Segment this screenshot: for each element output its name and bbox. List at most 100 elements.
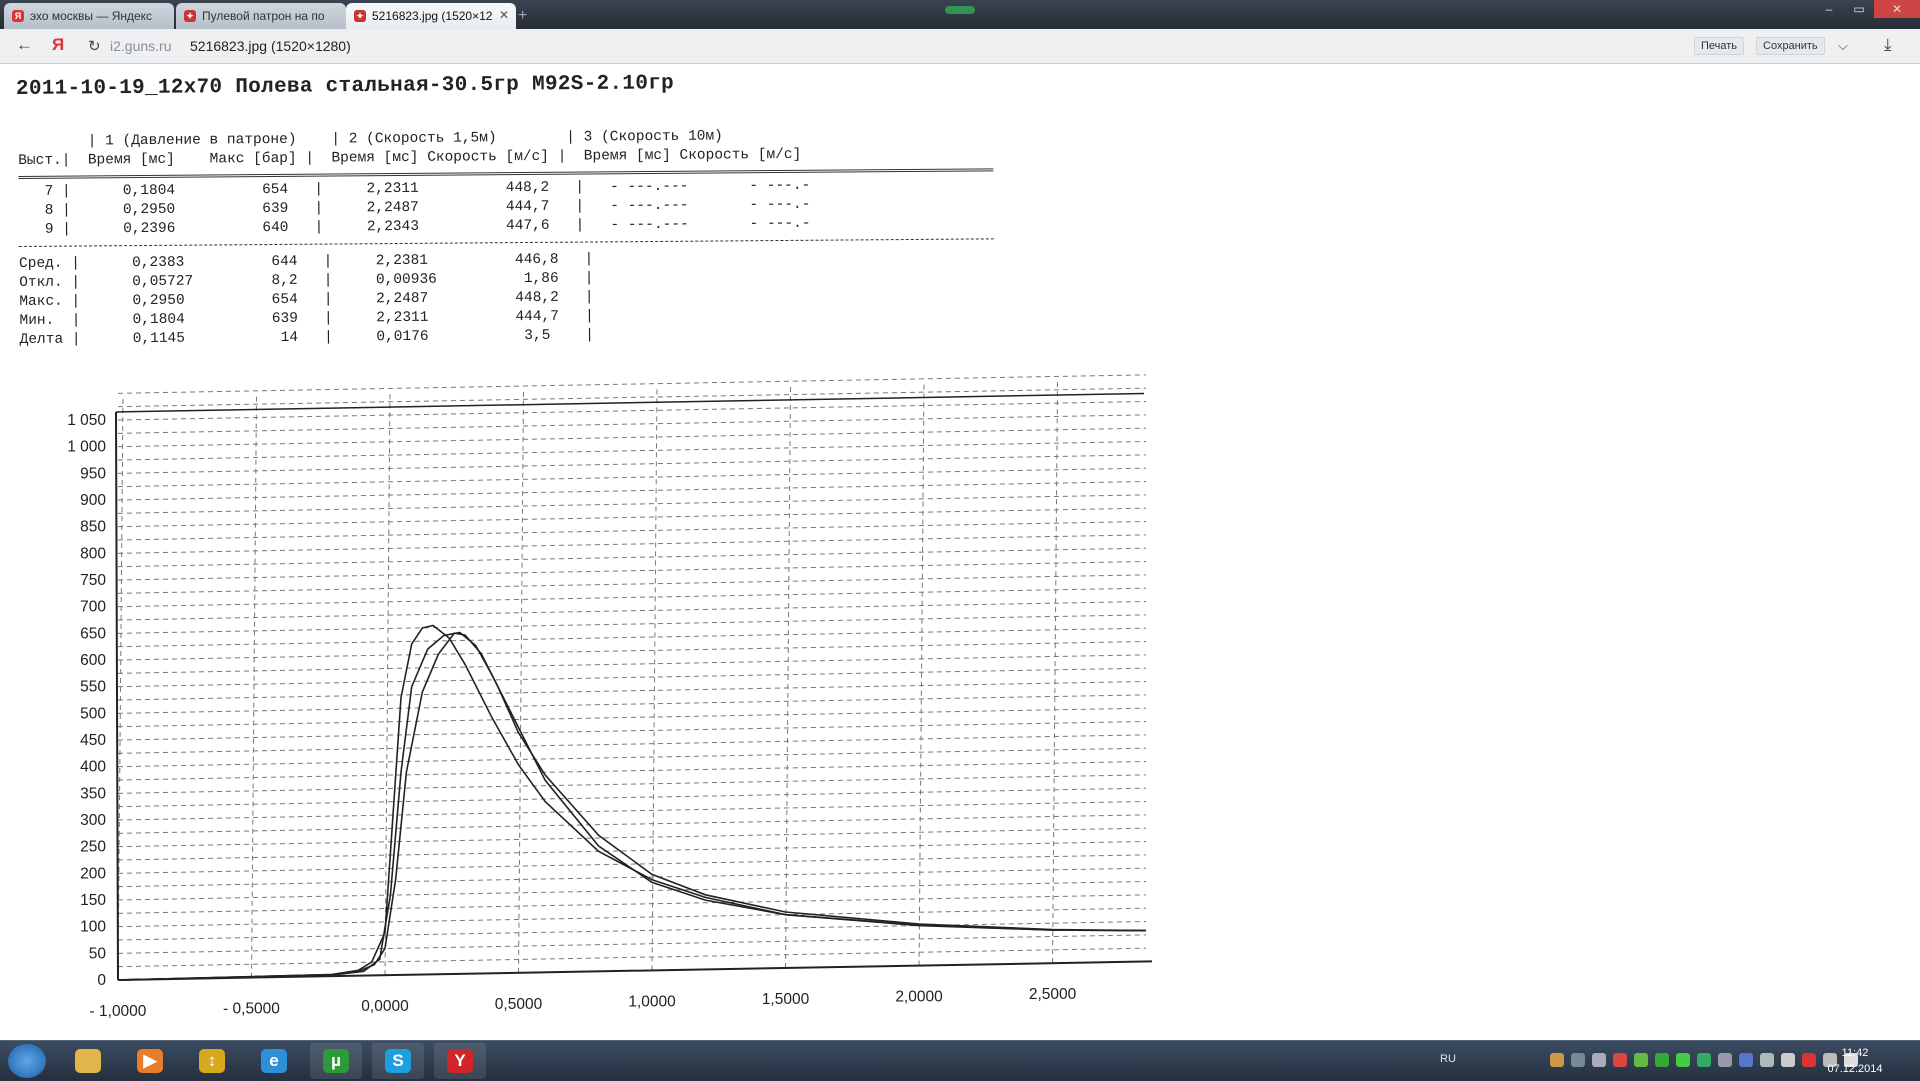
tray-icon[interactable] — [1655, 1053, 1669, 1067]
taskbar-button-2[interactable]: ▶ — [124, 1043, 176, 1079]
gridline-v — [785, 382, 792, 968]
print-button[interactable]: Печать — [1694, 37, 1745, 55]
download-icon[interactable]: ⤓ — [1884, 35, 1892, 55]
language-indicator[interactable]: RU — [1440, 1053, 1456, 1065]
tray-icon[interactable] — [1550, 1053, 1564, 1067]
x-tick-label: 1,5000 — [762, 991, 810, 1008]
x-tick-label: 1,0000 — [628, 993, 676, 1010]
y-tick-label: 750 — [80, 572, 106, 589]
gridline-v — [1052, 378, 1059, 964]
x-tick-label: 2,5000 — [1029, 986, 1077, 1003]
taskbar-button-7[interactable]: Y — [434, 1043, 486, 1079]
chevron-down-icon[interactable]: ⌵ — [1838, 38, 1848, 54]
minimize-button[interactable]: – — [1814, 0, 1844, 18]
gridline-v — [918, 380, 925, 966]
tray-icon[interactable] — [1676, 1053, 1690, 1067]
x-tick-labels: - 1,0000 - 0,5000 0,0000 0,5000 1,0000 1,5000… — [90, 986, 1077, 1020]
explorer-icon — [75, 1049, 101, 1073]
y-tick-label: 450 — [80, 732, 106, 749]
system-tray — [1550, 1053, 1858, 1067]
x-tick-label: - 1,0000 — [90, 1003, 147, 1020]
clock-date: 07.12.2014 — [1827, 1063, 1883, 1075]
tray-icon[interactable] — [1592, 1053, 1606, 1067]
save-button[interactable]: Сохранить — [1756, 37, 1825, 55]
tray-icon[interactable] — [1613, 1053, 1627, 1067]
y-tick-label: 350 — [80, 785, 106, 802]
chart-series — [117, 624, 1147, 981]
gridline-v — [518, 387, 525, 973]
address-bar: ← Я ↻ i2.guns.ru 5216823.jpg (1520×1280)… — [0, 29, 1920, 64]
tab-3-active[interactable]: ✦ 5216823.jpg (1520×12 ✕ — [346, 3, 516, 29]
reload-icon[interactable]: ↻ — [88, 37, 101, 55]
utorrent-icon: µ — [323, 1049, 349, 1073]
taskbar: ▶ ↕ e µ S Y RU 11:42 07.12.2014 — [0, 1040, 1920, 1081]
x-tick-label: 0,5000 — [495, 996, 543, 1013]
y-tick-label: 950 — [80, 465, 106, 482]
guns-site-icon: ✦ — [184, 10, 196, 22]
y-tick-labels: 0 50 100 150 200 250 300 350 400 450 500 550 600 650 7… — [67, 412, 106, 989]
yandex-browser-icon: Y — [447, 1049, 473, 1073]
tray-icon[interactable] — [1571, 1053, 1585, 1067]
tray-icon[interactable] — [1781, 1053, 1795, 1067]
pressure-chart: 0 50 100 150 200 250 300 350 400 450 500 550 600 650 7… — [67, 374, 1153, 1020]
tray-icon[interactable] — [1802, 1053, 1816, 1067]
y-tick-label: 1 000 — [67, 439, 106, 456]
tray-icon[interactable] — [1718, 1053, 1732, 1067]
close-window-button[interactable]: ✕ — [1874, 0, 1920, 18]
window-indicator — [945, 6, 975, 14]
y-tick-label: 150 — [80, 892, 106, 909]
back-arrow-icon[interactable]: ← — [16, 35, 33, 55]
tray-icon[interactable] — [1697, 1053, 1711, 1067]
bluetooth-icon[interactable] — [1739, 1053, 1753, 1067]
tray-icon[interactable] — [1760, 1053, 1774, 1067]
y-tick-label: 600 — [80, 652, 106, 669]
gridline-v — [117, 394, 124, 981]
yandex-icon: Я — [12, 10, 24, 22]
new-tab-icon[interactable]: + — [518, 7, 527, 25]
y-tick-label: 0 — [97, 972, 106, 989]
taskbar-button-3[interactable]: ↕ — [186, 1043, 238, 1079]
tab-2[interactable]: ✦ Пулевой патрон на по — [176, 3, 346, 29]
taskbar-button-4[interactable]: e — [248, 1043, 300, 1079]
chart-grid — [117, 374, 1147, 981]
window-controls: – ▭ ✕ — [1814, 0, 1920, 20]
gridline-v — [251, 392, 258, 978]
y-tick-label: 250 — [80, 839, 106, 856]
plot-top-border — [115, 392, 1145, 413]
guns-site-icon: ✦ — [354, 10, 366, 22]
skype-icon: S — [385, 1049, 411, 1073]
y-tick-label: 700 — [80, 599, 106, 616]
tab-close-icon[interactable]: ✕ — [499, 8, 509, 22]
y-tick-label: 800 — [80, 545, 106, 562]
y-tick-label: 1 050 — [67, 412, 106, 429]
clock[interactable]: 11:42 07.12.2014 — [1820, 1045, 1890, 1077]
taskbar-button-6[interactable]: S — [372, 1043, 424, 1079]
tab-1[interactable]: Я эхо москвы — Яндекс — [4, 3, 174, 29]
taskbar-button-1[interactable] — [62, 1043, 114, 1079]
y-tick-label: 50 — [89, 945, 107, 962]
start-button[interactable] — [8, 1044, 46, 1078]
tab-label: 5216823.jpg (1520×12 — [372, 9, 493, 23]
chart-axes — [115, 392, 1153, 981]
maximize-button[interactable]: ▭ — [1844, 0, 1874, 18]
y-tick-label: 400 — [80, 759, 106, 776]
y-tick-label: 500 — [80, 705, 106, 722]
media-player-icon: ▶ — [137, 1049, 163, 1073]
tray-icon[interactable] — [1634, 1053, 1648, 1067]
y-tick-label: 100 — [80, 919, 106, 936]
url-title[interactable]: 5216823.jpg (1520×1280) — [190, 38, 351, 54]
y-tick-label: 550 — [80, 679, 106, 696]
tab-label: эхо москвы — Яндекс — [30, 9, 153, 23]
x-tick-label: 0,0000 — [361, 998, 409, 1015]
y-tick-label: 300 — [80, 812, 106, 829]
url-host[interactable]: i2.guns.ru — [110, 38, 171, 54]
taskbar-button-5[interactable]: µ — [310, 1043, 362, 1079]
y-tick-label: 200 — [80, 865, 106, 882]
y-tick-label: 850 — [80, 519, 106, 536]
y-tick-label: 900 — [80, 492, 106, 509]
yandex-logo-icon[interactable]: Я — [52, 35, 64, 55]
x-tick-label: 2,0000 — [895, 989, 943, 1006]
y-tick-label: 650 — [80, 625, 106, 642]
tab-strip: Я эхо москвы — Яндекс ✦ Пулевой патрон н… — [0, 0, 1920, 29]
clock-time: 11:42 — [1841, 1047, 1869, 1059]
